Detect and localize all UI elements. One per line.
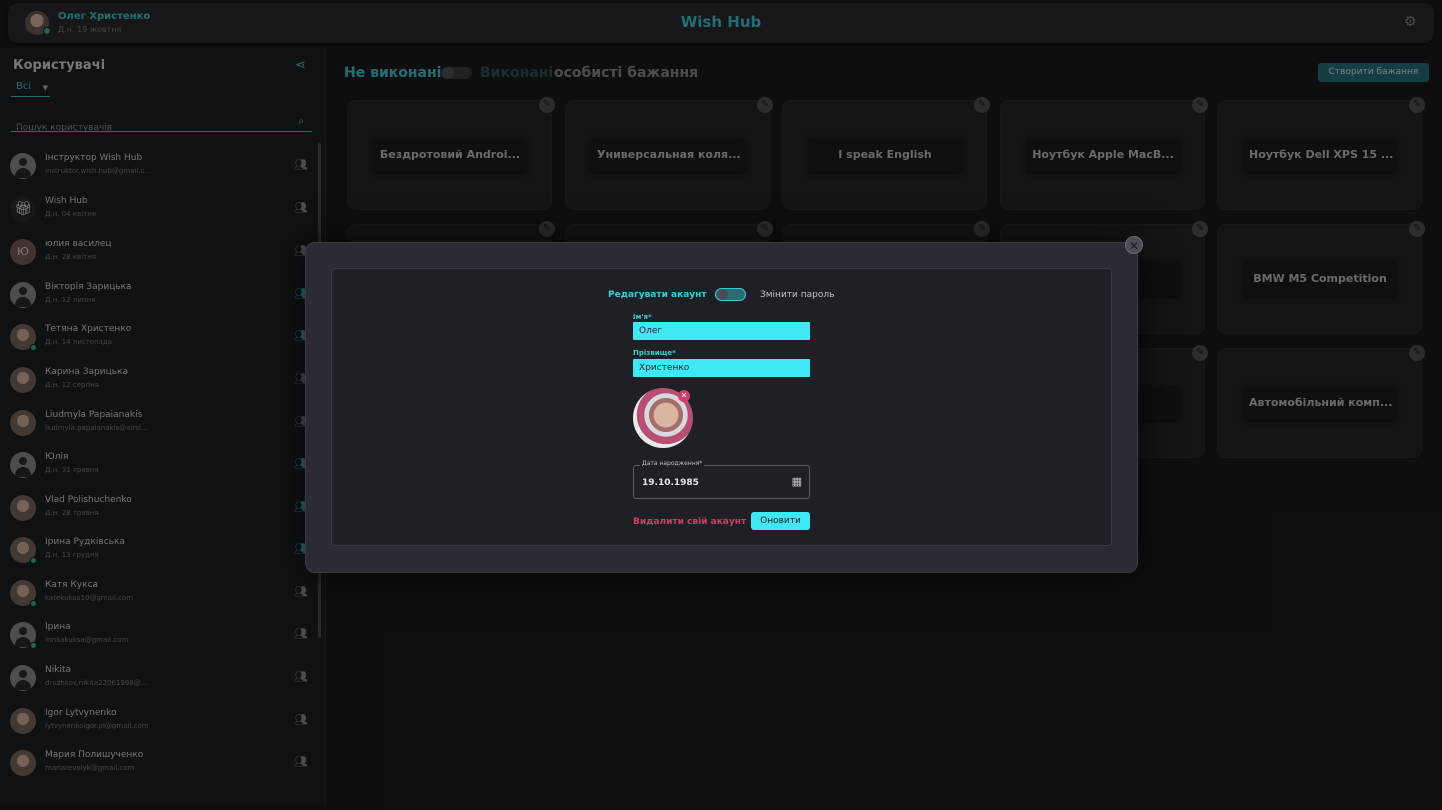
last-name-field[interactable]: [633, 359, 810, 377]
birthdate-value[interactable]: 19.10.1985: [642, 478, 699, 488]
tab-edit-account[interactable]: Редагувати акаунт: [608, 290, 707, 300]
birthdate-field[interactable]: Дата народження* 19.10.1985 ▦: [633, 460, 810, 499]
tab-change-password[interactable]: Змінити пароль: [760, 290, 834, 300]
mode-toggle[interactable]: [715, 288, 746, 301]
last-name-label: Прізвище*: [633, 349, 676, 357]
calendar-icon[interactable]: ▦: [792, 475, 802, 488]
first-name-field[interactable]: [633, 322, 810, 340]
close-icon[interactable]: ✕: [1125, 236, 1143, 254]
remove-photo-icon[interactable]: ✕: [678, 390, 690, 402]
birthdate-label: Дата народження*: [640, 460, 705, 467]
edit-account-form: Редагувати акаунт Змінити пароль Ім'я* П…: [331, 268, 1112, 546]
edit-account-modal: ✕ Редагувати акаунт Змінити пароль Ім'я*…: [305, 236, 1143, 573]
update-button[interactable]: Оновити: [751, 512, 810, 530]
delete-account-link[interactable]: Видалити свій акаунт: [633, 517, 746, 527]
first-name-label: Ім'я*: [633, 313, 652, 321]
